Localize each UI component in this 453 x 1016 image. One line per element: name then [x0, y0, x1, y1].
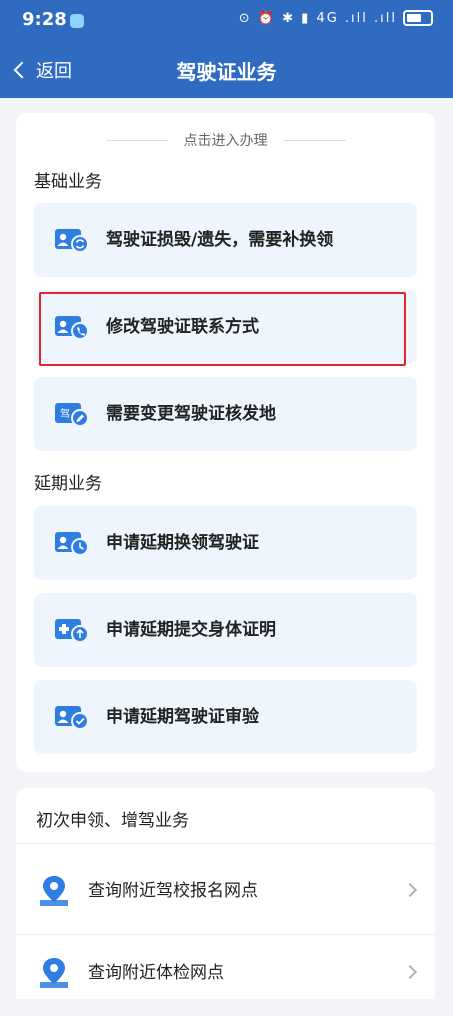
status-icons: ⊙ ⏰ ✱ ▮ 4G .ıll .ıll [239, 10, 433, 26]
service-label: 申请延期换领驾驶证 [106, 533, 259, 553]
notification-icon [70, 14, 84, 28]
service-extend-renewal[interactable]: 申请延期换领驾驶证 [34, 506, 417, 580]
service-label: 申请延期提交身体证明 [106, 620, 276, 640]
hint-divider-left [105, 139, 168, 141]
service-label: 驾驶证损毁/遗失，需要补换领 [106, 230, 334, 250]
hint-text: 点击进入办理 [183, 133, 268, 149]
service-extend-inspection[interactable]: 申请延期驾驶证审验 [34, 680, 417, 754]
chevron-right-icon [402, 964, 418, 980]
service-replace-license[interactable]: 驾驶证损毁/遗失，需要补换领 [34, 203, 417, 277]
nearby-driving-school-row[interactable]: 查询附近驾校报名网点 [16, 848, 435, 934]
location-pin-icon [40, 876, 68, 906]
service-label: 申请延期驾驶证审验 [106, 707, 259, 727]
status-time: 9:28 [22, 9, 67, 30]
service-label: 需要变更驾驶证核发地 [106, 404, 276, 424]
row-label: 查询附近驾校报名网点 [88, 881, 258, 901]
chevron-right-icon [402, 882, 418, 898]
id-card-phone-icon [55, 316, 89, 340]
section-title-basic: 基础业务 [34, 172, 102, 192]
location-pin-icon [40, 958, 68, 988]
row-label: 查询附近体检网点 [88, 963, 224, 983]
id-card-refresh-icon [55, 229, 89, 253]
status-bar: 9:28 ⊙ ⏰ ✱ ▮ 4G .ıll .ıll [0, 0, 453, 42]
page-title: 驾驶证业务 [176, 60, 277, 84]
card2-divider [16, 843, 435, 844]
section-title-extension: 延期业务 [34, 474, 102, 494]
first-application-card: 初次申领、增驾业务 查询附近驾校报名网点 查询附近体检网点 [16, 788, 435, 999]
status-icons-text: ⊙ ⏰ ✱ ▮ 4G .ıll .ıll [238, 10, 397, 26]
services-card: 点击进入办理 基础业务 驾驶证损毁/遗失，需要补换领 修改驾驶证联系方式 驾 需… [16, 113, 435, 772]
nav-bar: 返回 驾驶证业务 [0, 42, 453, 98]
nearby-medical-exam-row[interactable]: 查询附近体检网点 [16, 930, 435, 1016]
medical-upload-icon [55, 619, 89, 643]
id-card-clock-icon [55, 532, 89, 556]
hint-divider-right [283, 139, 346, 141]
license-edit-icon-text: 驾 [60, 408, 70, 420]
service-label: 修改驾驶证联系方式 [106, 317, 259, 337]
license-edit-icon: 驾 [55, 403, 89, 427]
service-extend-health-cert[interactable]: 申请延期提交身体证明 [34, 593, 417, 667]
battery-icon [403, 10, 433, 26]
service-change-issuing-place[interactable]: 驾 需要变更驾驶证核发地 [34, 377, 417, 451]
id-card-check-icon [55, 706, 89, 730]
service-change-contact[interactable]: 修改驾驶证联系方式 [34, 290, 417, 364]
hint-row: 点击进入办理 [16, 129, 435, 151]
card2-title: 初次申领、增驾业务 [36, 811, 189, 831]
